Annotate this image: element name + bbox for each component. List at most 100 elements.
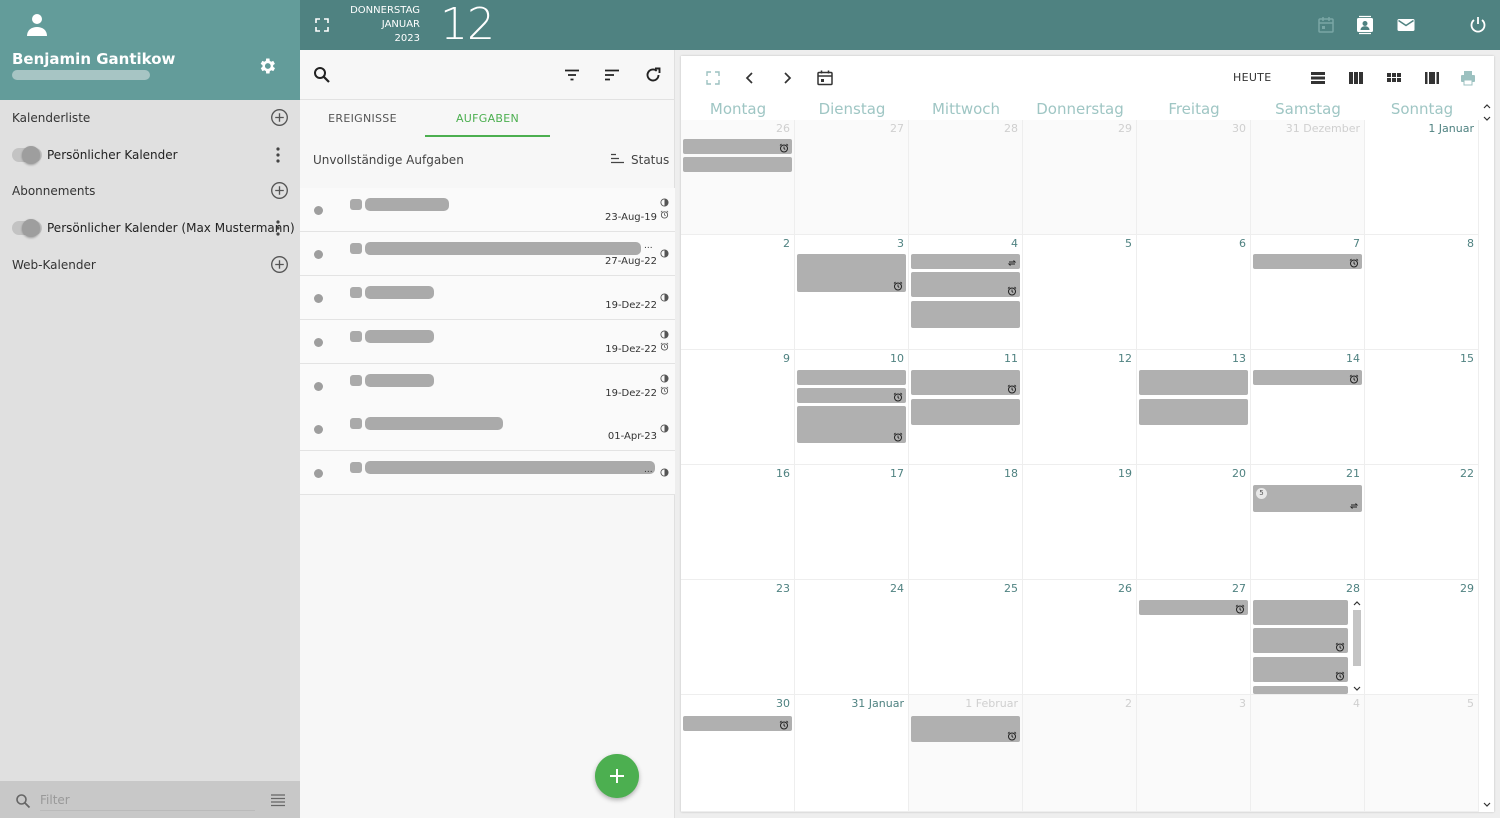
day-cell[interactable]: 4 <box>1251 695 1365 812</box>
day-cell[interactable]: 13 <box>1137 350 1251 465</box>
scroll-down-icon[interactable] <box>1482 114 1492 124</box>
day-cell[interactable]: 8 <box>1365 235 1479 350</box>
day-cell[interactable]: 22 <box>1365 465 1479 580</box>
day-cell[interactable]: 26 <box>1023 580 1137 695</box>
day-cell[interactable]: 28 <box>1251 580 1365 695</box>
event-block[interactable] <box>1253 370 1362 385</box>
refresh-icon[interactable] <box>644 66 662 84</box>
calendar-toggle[interactable] <box>12 146 42 164</box>
day-cell[interactable]: 1 Januar <box>1365 120 1479 235</box>
day-cell[interactable]: 7 <box>1251 235 1365 350</box>
sort-status-icon[interactable] <box>611 153 625 165</box>
contacts-icon[interactable] <box>1355 15 1375 35</box>
filter-input[interactable] <box>40 789 255 811</box>
event-block[interactable]: 5 <box>1253 485 1362 512</box>
search-icon[interactable] <box>313 66 331 84</box>
event-block[interactable] <box>683 716 792 731</box>
user-avatar-icon[interactable] <box>25 12 49 36</box>
task-status-dot[interactable] <box>314 425 323 434</box>
task-status-dot[interactable] <box>314 338 323 347</box>
day-cell[interactable]: 5 <box>1365 695 1479 812</box>
day-cell[interactable]: 27 <box>1137 580 1251 695</box>
event-block[interactable] <box>683 139 792 154</box>
add-subscription-icon[interactable] <box>270 181 289 200</box>
calendar-item-subscribed[interactable]: Persönlicher Kalender (Max Mustermann) <box>0 210 300 246</box>
day-view-icon[interactable] <box>1309 69 1327 87</box>
calendar-name[interactable]: Persönlicher Kalender <box>47 148 178 162</box>
scroll-up-icon[interactable] <box>1482 101 1492 111</box>
sort-status-label[interactable]: Status <box>631 153 669 167</box>
day-cell[interactable]: 24 <box>795 580 909 695</box>
event-block[interactable] <box>797 254 906 292</box>
task-item[interactable]: 19-Dez-22 <box>300 320 675 364</box>
day-cell[interactable]: 26 <box>681 120 795 235</box>
fullscreen-icon[interactable] <box>704 69 722 87</box>
event-block[interactable] <box>797 370 906 385</box>
event-block[interactable] <box>1253 628 1348 653</box>
settings-gear-icon[interactable] <box>257 56 277 76</box>
day-cell[interactable]: 16 <box>681 465 795 580</box>
day-cell[interactable]: 19 <box>1023 465 1137 580</box>
task-status-dot[interactable] <box>314 469 323 478</box>
day-cell[interactable]: 25 <box>909 580 1023 695</box>
day-cell[interactable]: 30 <box>1137 120 1251 235</box>
day-cell[interactable]: 12 <box>1023 350 1137 465</box>
event-block[interactable] <box>911 370 1020 395</box>
print-icon[interactable] <box>1459 69 1477 87</box>
day-cell[interactable]: 29 <box>1365 580 1479 695</box>
event-block[interactable] <box>797 406 906 443</box>
fullscreen-icon[interactable] <box>315 18 329 32</box>
event-block[interactable] <box>1139 399 1248 425</box>
day-cell[interactable]: 2 <box>681 235 795 350</box>
next-month-icon[interactable] <box>778 69 796 87</box>
day-cell[interactable]: 29 <box>1023 120 1137 235</box>
today-button[interactable]: HEUTE <box>1233 71 1271 84</box>
day-cell[interactable]: 6 <box>1137 235 1251 350</box>
event-block[interactable] <box>797 388 906 403</box>
day-cell[interactable]: 3 <box>1137 695 1251 812</box>
month-view-icon[interactable] <box>1385 69 1403 87</box>
day-cell[interactable]: 18 <box>909 465 1023 580</box>
task-item[interactable]: 23-Aug-19 <box>300 188 675 232</box>
tab-tasks[interactable]: AUFGABEN <box>425 101 550 137</box>
task-status-dot[interactable] <box>314 294 323 303</box>
date-picker-icon[interactable] <box>816 69 834 87</box>
event-block[interactable] <box>911 301 1020 328</box>
day-cell[interactable]: 30 <box>681 695 795 812</box>
task-item[interactable]: 19-Dez-22 <box>300 276 675 320</box>
day-cell[interactable]: 3 <box>795 235 909 350</box>
day-cell[interactable]: 11 <box>909 350 1023 465</box>
task-status-dot[interactable] <box>314 206 323 215</box>
event-block[interactable] <box>1253 254 1362 269</box>
task-item[interactable]: 19-Dez-22 <box>300 364 675 408</box>
day-cell[interactable]: 15 <box>1365 350 1479 465</box>
day-cell[interactable]: 1 Februar <box>909 695 1023 812</box>
task-status-dot[interactable] <box>314 250 323 259</box>
event-block[interactable] <box>911 272 1020 297</box>
previous-month-icon[interactable] <box>741 69 759 87</box>
task-item[interactable]: 01-Apr-23 <box>300 407 675 451</box>
add-web-calendar-icon[interactable] <box>270 255 289 274</box>
week-view-icon[interactable] <box>1347 69 1365 87</box>
day-cell[interactable]: 21 5 <box>1251 465 1365 580</box>
event-block[interactable] <box>911 716 1020 742</box>
calendar-item-personal[interactable]: Persönlicher Kalender <box>0 137 300 173</box>
sort-icon[interactable] <box>603 66 621 84</box>
event-block[interactable] <box>1139 600 1248 615</box>
calendar-app-icon[interactable] <box>1316 15 1336 35</box>
day-cell[interactable]: 14 <box>1251 350 1365 465</box>
task-item[interactable]: ... <box>300 451 675 495</box>
mail-icon[interactable] <box>1396 15 1416 35</box>
calendar-name[interactable]: Persönlicher Kalender (Max Mustermann) <box>47 221 295 235</box>
day-cell[interactable]: 10 <box>795 350 909 465</box>
tab-events[interactable]: EREIGNISSE <box>310 101 415 137</box>
day-cell[interactable]: 20 <box>1137 465 1251 580</box>
day-cell[interactable]: 9 <box>681 350 795 465</box>
event-block[interactable] <box>1139 370 1248 395</box>
event-block[interactable] <box>1253 600 1348 625</box>
day-cell[interactable]: 5 <box>1023 235 1137 350</box>
calendar-toggle[interactable] <box>12 219 42 237</box>
more-options-icon[interactable] <box>271 219 285 237</box>
day-cell[interactable]: 31 Dezember <box>1251 120 1365 235</box>
event-block[interactable] <box>911 399 1020 425</box>
